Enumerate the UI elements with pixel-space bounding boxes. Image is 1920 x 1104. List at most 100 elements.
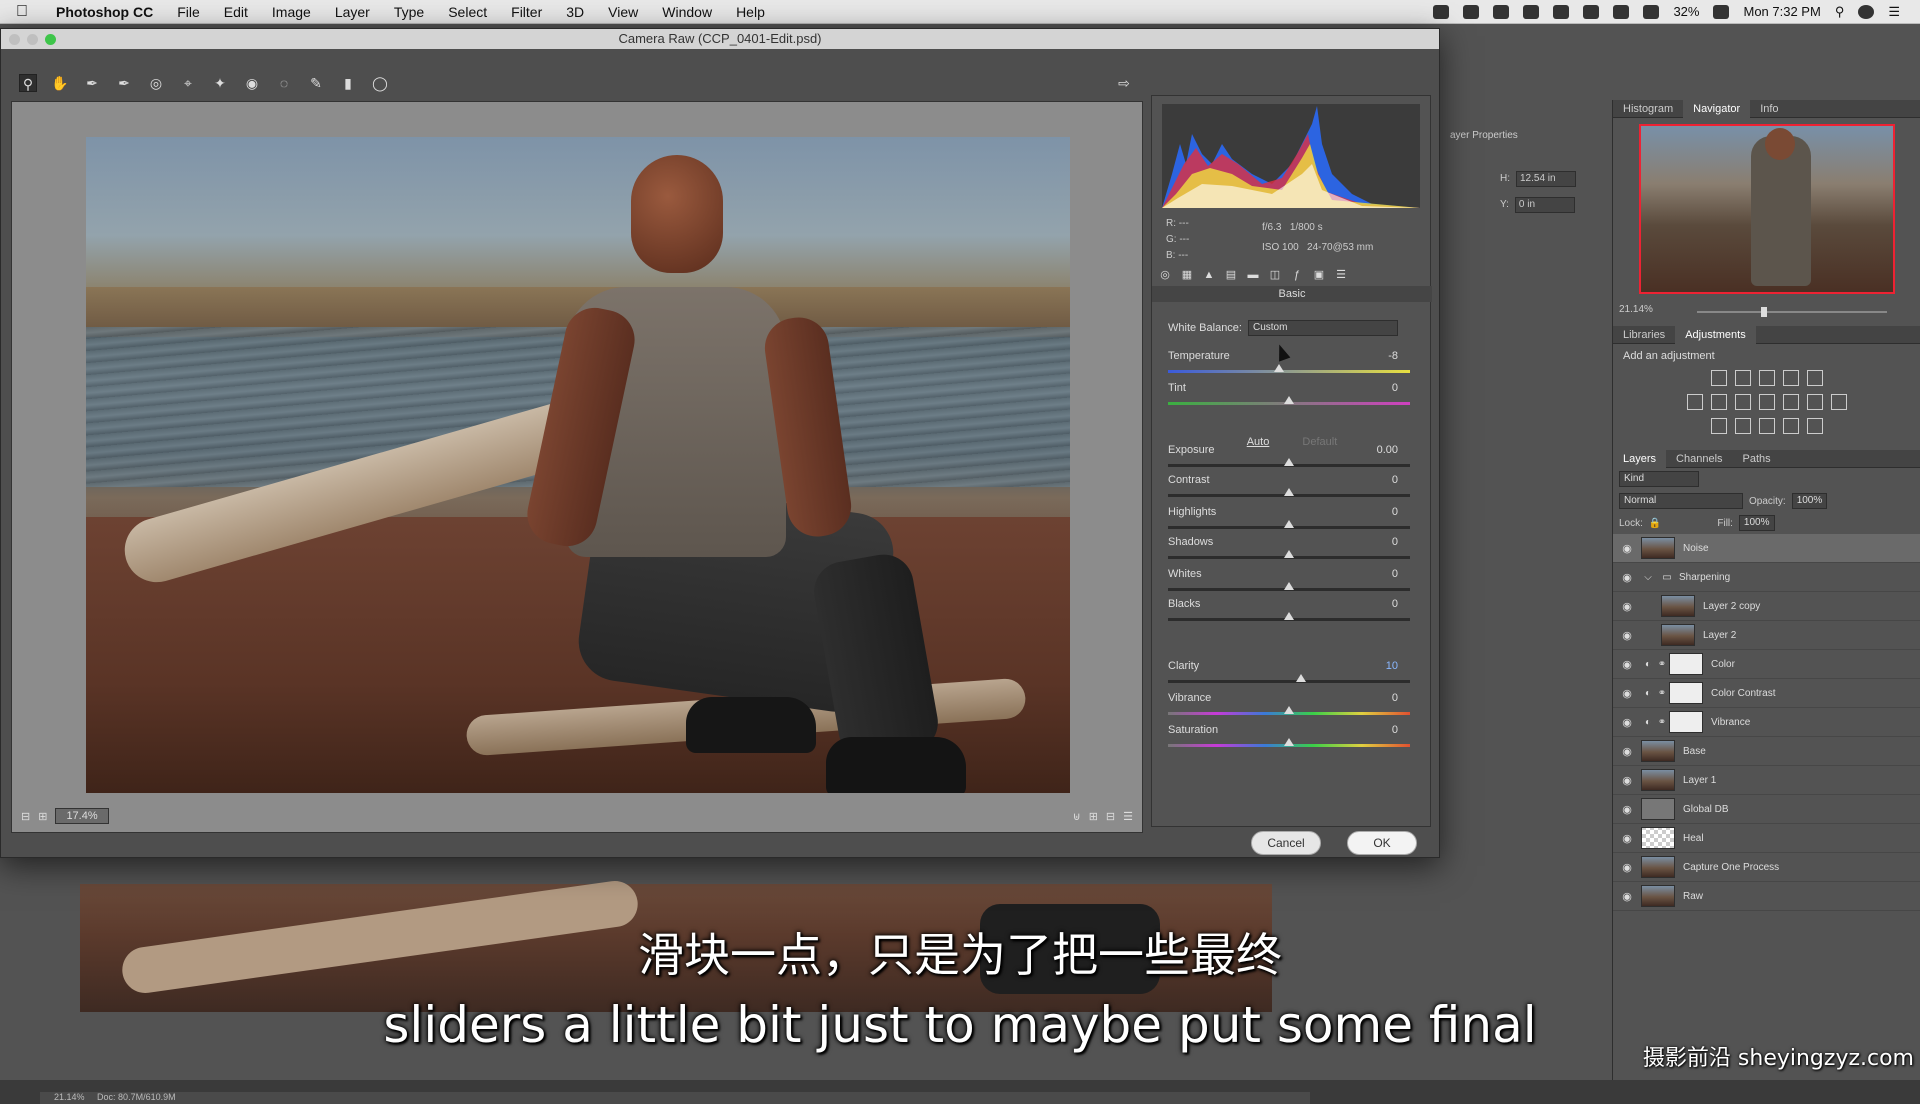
- color-sampler-tool-icon[interactable]: ✒: [115, 74, 133, 92]
- notification-icon[interactable]: ☰: [1888, 4, 1900, 20]
- default-link[interactable]: Default: [1302, 436, 1337, 448]
- clarity-slider[interactable]: Clarity 10: [1168, 660, 1416, 692]
- visibility-eye-icon[interactable]: ◉: [1613, 861, 1641, 874]
- contrast-value[interactable]: 0: [1358, 474, 1398, 486]
- hue-saturation-icon[interactable]: [1711, 394, 1727, 410]
- ok-button[interactable]: OK: [1347, 831, 1417, 855]
- straighten-tool-icon[interactable]: ✦: [211, 74, 229, 92]
- layer-row[interactable]: ◉ Capture One Process: [1613, 853, 1920, 882]
- tab-layers[interactable]: Layers: [1613, 449, 1667, 468]
- whites-slider[interactable]: Whites 0: [1168, 568, 1416, 600]
- battery-icon[interactable]: [1713, 4, 1730, 19]
- temperature-knob[interactable]: [1274, 364, 1285, 372]
- chevron-down-icon[interactable]: ⌵: [1641, 572, 1655, 583]
- opacity-field[interactable]: 100%: [1791, 493, 1828, 509]
- cancel-button[interactable]: Cancel: [1251, 831, 1321, 855]
- menu-select[interactable]: Select: [436, 4, 499, 20]
- menu-image[interactable]: Image: [260, 4, 323, 20]
- spot-removal-tool-icon[interactable]: ◉: [243, 74, 261, 92]
- red-eye-tool-icon[interactable]: ◌: [275, 74, 293, 92]
- white-balance-tool-icon[interactable]: ✒: [83, 74, 101, 92]
- fill-field[interactable]: 100%: [1738, 515, 1775, 531]
- visibility-eye-icon[interactable]: ◉: [1613, 716, 1641, 729]
- black-white-icon[interactable]: [1759, 394, 1775, 410]
- visibility-eye-icon[interactable]: ◉: [1613, 774, 1641, 787]
- highlights-slider[interactable]: Highlights 0: [1168, 506, 1416, 538]
- layer-row[interactable]: ◉ Noise: [1613, 534, 1920, 563]
- display-icon[interactable]: [1523, 4, 1540, 19]
- exposure-icon[interactable]: [1783, 370, 1799, 386]
- airplay-icon[interactable]: [1613, 4, 1630, 19]
- navigator-preview[interactable]: [1639, 124, 1895, 294]
- visibility-eye-icon[interactable]: ◉: [1613, 803, 1641, 816]
- menu-window[interactable]: Window: [650, 4, 724, 20]
- menu-layer[interactable]: Layer: [323, 4, 382, 20]
- navigator-zoom-value[interactable]: 21.14%: [1619, 304, 1653, 315]
- spotlight-icon[interactable]: ⚲: [1835, 4, 1845, 20]
- layer-row[interactable]: ◉ Raw: [1613, 882, 1920, 911]
- presets-tab-icon[interactable]: ☰: [1334, 268, 1348, 282]
- zoom-in-icon[interactable]: ⊞: [38, 810, 47, 823]
- channel-mixer-icon[interactable]: [1807, 394, 1823, 410]
- hsl-tab-icon[interactable]: ▤: [1224, 268, 1238, 282]
- apple-icon[interactable]: : [0, 3, 44, 21]
- layer-row[interactable]: ◉ Layer 2: [1613, 621, 1920, 650]
- menu-edit[interactable]: Edit: [212, 4, 260, 20]
- minimize-button[interactable]: [27, 34, 38, 45]
- gradient-triangle-icon[interactable]: [1807, 370, 1823, 386]
- open-preferences-icon[interactable]: ⇨: [1115, 74, 1133, 92]
- gradient-map-icon[interactable]: [1807, 418, 1823, 434]
- tab-info[interactable]: Info: [1750, 103, 1788, 115]
- layer-row[interactable]: ◉ Base: [1613, 737, 1920, 766]
- selective-color-icon[interactable]: [1783, 418, 1799, 434]
- visibility-eye-icon[interactable]: ◉: [1613, 629, 1641, 642]
- contrast-slider[interactable]: Contrast 0: [1168, 474, 1416, 506]
- dropbox-icon[interactable]: [1463, 4, 1480, 19]
- preview-preferences-icon[interactable]: ☰: [1123, 810, 1133, 823]
- targeted-adjustment-tool-icon[interactable]: ◎: [147, 74, 165, 92]
- lock-icon[interactable]: 🔒: [1649, 518, 1661, 529]
- vibrance-slider[interactable]: Vibrance 0: [1168, 692, 1416, 724]
- tint-knob[interactable]: [1284, 396, 1294, 404]
- tint-value[interactable]: 0: [1358, 382, 1398, 394]
- navigator-zoom-knob[interactable]: [1761, 307, 1767, 317]
- shadows-slider[interactable]: Shadows 0: [1168, 536, 1416, 568]
- layer-row[interactable]: ◉ Heal: [1613, 824, 1920, 853]
- menu-type[interactable]: Type: [382, 4, 436, 20]
- highlights-value[interactable]: 0: [1358, 506, 1398, 518]
- photo-filter-icon[interactable]: [1783, 394, 1799, 410]
- posterize-icon[interactable]: [1735, 418, 1751, 434]
- clarity-knob[interactable]: [1296, 674, 1307, 682]
- visibility-eye-icon[interactable]: ◉: [1613, 890, 1641, 903]
- effects-tab-icon[interactable]: ƒ: [1290, 268, 1304, 282]
- exposure-slider[interactable]: Exposure 0.00: [1168, 444, 1416, 476]
- height-field[interactable]: 12.54 in: [1516, 171, 1576, 187]
- radial-filter-icon[interactable]: ◯: [371, 74, 389, 92]
- menu-view[interactable]: View: [596, 4, 650, 20]
- vibrance-icon[interactable]: [1687, 394, 1703, 410]
- zoom-out-icon[interactable]: ⊟: [21, 810, 30, 823]
- layer-row[interactable]: ◉ Global DB: [1613, 795, 1920, 824]
- visibility-eye-icon[interactable]: ◉: [1613, 832, 1641, 845]
- saturation-value[interactable]: 0: [1358, 724, 1398, 736]
- clock[interactable]: Mon 7:32 PM: [1743, 4, 1820, 19]
- color-lookup-icon[interactable]: [1831, 394, 1847, 410]
- vibrance-value[interactable]: 0: [1358, 692, 1398, 704]
- before-after-icon[interactable]: ⊎: [1073, 810, 1081, 823]
- layer-row[interactable]: ◉ ◐ ⚭ Color: [1613, 650, 1920, 679]
- invert-icon[interactable]: [1711, 418, 1727, 434]
- shadows-value[interactable]: 0: [1358, 536, 1398, 548]
- white-balance-select[interactable]: Custom: [1247, 320, 1398, 336]
- link-icon[interactable]: ⚭: [1655, 659, 1669, 670]
- saturation-slider[interactable]: Saturation 0: [1168, 724, 1416, 756]
- layer-row[interactable]: ◉ Layer 1: [1613, 766, 1920, 795]
- cc-icon[interactable]: [1493, 4, 1510, 19]
- hand-tool-icon[interactable]: ✋: [51, 74, 69, 92]
- lens-corrections-tab-icon[interactable]: ◫: [1268, 268, 1282, 282]
- menu-help[interactable]: Help: [724, 4, 777, 20]
- visibility-eye-icon[interactable]: ◉: [1613, 745, 1641, 758]
- layer-filter-kind[interactable]: Kind: [1619, 471, 1699, 487]
- temperature-slider[interactable]: Temperature -8: [1168, 350, 1416, 382]
- y-field[interactable]: 0 in: [1514, 197, 1575, 213]
- zoom-level-select[interactable]: 17.4%: [55, 808, 109, 824]
